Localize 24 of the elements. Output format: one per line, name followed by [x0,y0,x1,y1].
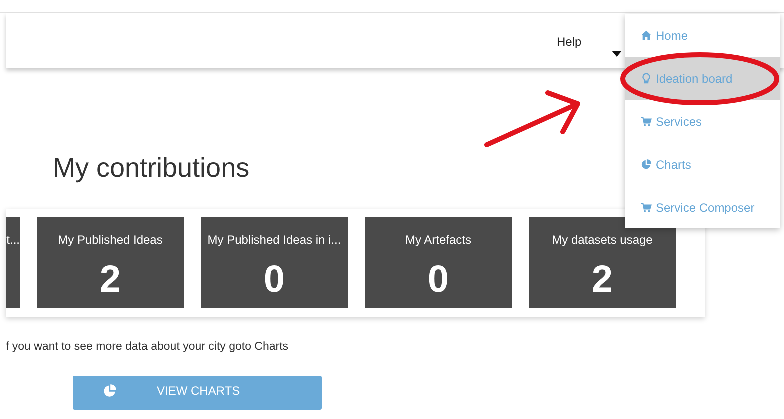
stat-value: 0 [262,261,286,299]
cart-icon [641,116,652,127]
cart-icon [641,202,652,213]
stat-title: My Artefacts [404,232,473,249]
menu-item[interactable]: Service Composer [625,186,780,229]
menu-item[interactable]: Charts [625,143,780,186]
info-text: f you want to see more data about your city goto Charts [6,340,289,355]
stat-value: 2 [98,261,122,299]
caret-icon[interactable] [612,51,622,57]
menu-item[interactable]: Home [625,14,780,57]
stat-title: My Published Ideas [57,232,164,249]
stat-value: 2 [590,261,614,299]
pie-chart-icon [103,384,117,398]
menu-item[interactable]: Services [625,100,780,143]
pie-chart-icon [641,159,652,170]
help-link[interactable]: Help [551,13,588,52]
page-heading: My contributions [53,154,250,184]
stat-title: My datasets usage [551,232,654,249]
view-charts-button[interactable]: VIEW CHARTS [73,376,322,410]
stat-title: t... [6,232,20,249]
lightbulb-icon [641,73,652,84]
stat-value: 0 [426,261,450,299]
stat-title: My Published Ideas in i... [206,232,342,249]
home-icon [641,30,652,41]
